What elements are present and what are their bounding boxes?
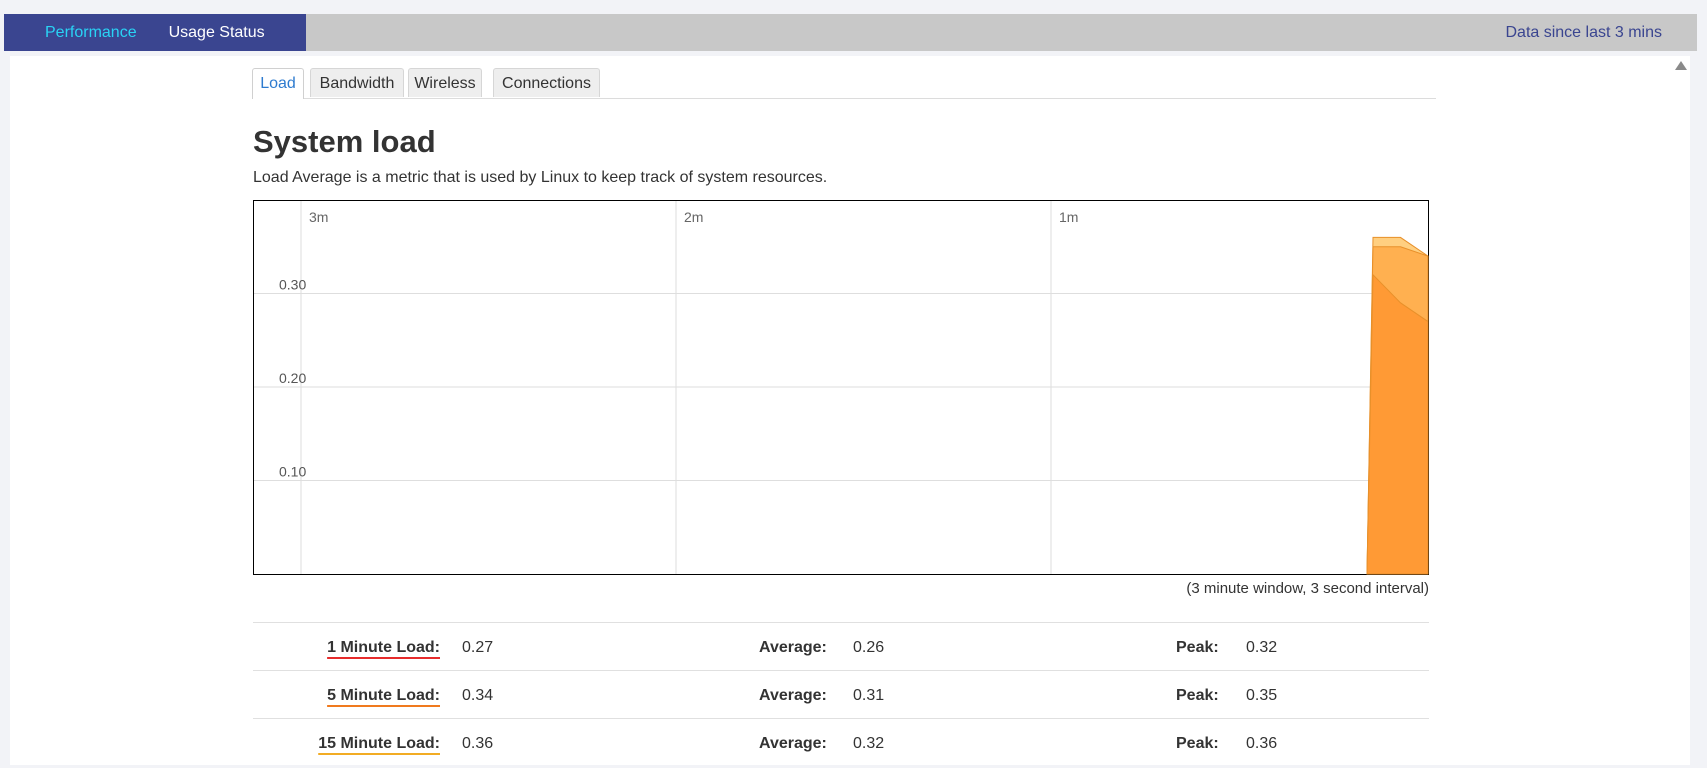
- stats-average-label: Average:: [759, 639, 827, 656]
- stats-peak-label: Peak:: [1176, 687, 1219, 704]
- tab-load[interactable]: Load: [252, 68, 304, 99]
- tab-wireless[interactable]: Wireless: [408, 68, 482, 97]
- page-title: System load: [253, 124, 436, 159]
- stats-average-value: 0.26: [853, 639, 885, 656]
- stats-value-1min: 0.27: [462, 639, 494, 656]
- tab-connections[interactable]: Connections: [493, 68, 600, 97]
- stats-peak-label: Peak:: [1176, 735, 1219, 752]
- stats-label-5min: 5 Minute Load:: [327, 687, 440, 704]
- stats-peak-value: 0.36: [1246, 735, 1278, 752]
- chart-x-tick: 2m: [684, 209, 703, 225]
- page-description: Load Average is a metric that is used by…: [253, 169, 828, 186]
- chart-y-tick: 0.30: [279, 277, 306, 293]
- chart-areas: [1366, 236, 1429, 575]
- nav-performance[interactable]: Performance: [45, 24, 137, 42]
- top-bar: Performance Usage Status Data since last…: [4, 14, 1697, 51]
- stats-row-1min: 1 Minute Load: 0.27 Average: 0.26 Peak: …: [253, 622, 1429, 670]
- stats-peak-label: Peak:: [1176, 639, 1219, 656]
- scroll-up-icon[interactable]: [1675, 61, 1687, 70]
- tab-bar: Load Bandwidth Wireless Connections: [252, 68, 1436, 99]
- stats-peak-value: 0.32: [1246, 639, 1278, 656]
- load-stats-table: 1 Minute Load: 0.27 Average: 0.26 Peak: …: [253, 622, 1429, 766]
- top-nav: Performance Usage Status: [4, 14, 306, 51]
- stats-label-1min: 1 Minute Load:: [327, 639, 440, 656]
- chart-area-series: [1366, 273, 1429, 575]
- load-chart: 3m 2m 1m 0.10 0.20 0.30: [253, 200, 1429, 575]
- stats-average-value: 0.31: [853, 687, 885, 704]
- stats-peak-value: 0.35: [1246, 687, 1278, 704]
- stats-average-label: Average:: [759, 687, 827, 704]
- stats-value-15min: 0.36: [462, 735, 494, 752]
- stats-average-value: 0.32: [853, 735, 885, 752]
- stats-average-label: Average:: [759, 735, 827, 752]
- stats-label-15min: 15 Minute Load:: [318, 735, 440, 752]
- stats-value-5min: 0.34: [462, 687, 494, 704]
- tab-bandwidth[interactable]: Bandwidth: [310, 68, 404, 97]
- chart-y-tick: 0.10: [279, 464, 306, 480]
- nav-usage-status[interactable]: Usage Status: [169, 24, 265, 42]
- stats-row-5min: 5 Minute Load: 0.34 Average: 0.31 Peak: …: [253, 670, 1429, 718]
- chart-window-note: (3 minute window, 3 second interval): [1186, 580, 1429, 597]
- chart-x-tick: 1m: [1059, 209, 1078, 225]
- chart-y-tick: 0.20: [279, 370, 306, 386]
- chart-x-tick: 3m: [309, 209, 328, 225]
- stats-row-15min: 15 Minute Load: 0.36 Average: 0.32 Peak:…: [253, 718, 1429, 766]
- data-since-label: Data since last 3 mins: [1505, 24, 1662, 41]
